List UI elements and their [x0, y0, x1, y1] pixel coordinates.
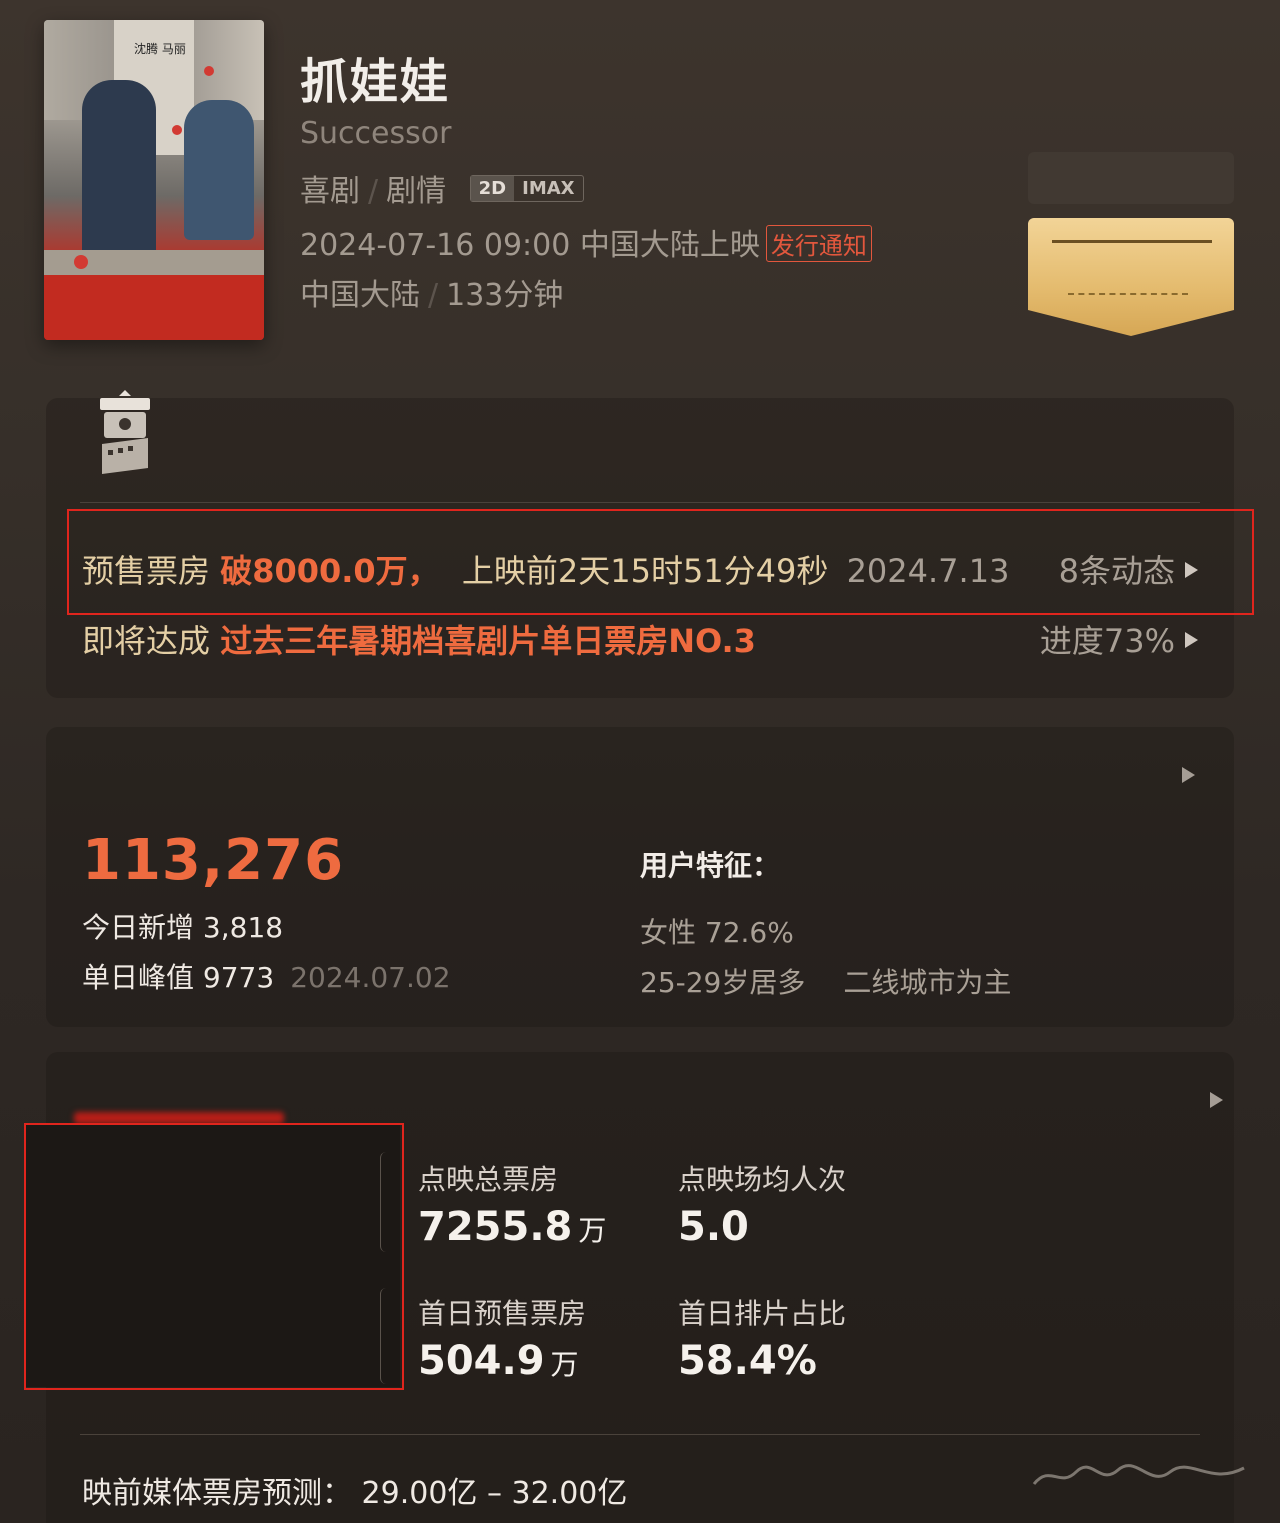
preview-avg-label: 点映场均人次: [678, 1163, 847, 1196]
user-city: 二线城市为主: [843, 966, 1012, 999]
poster-red-ball: [172, 125, 182, 135]
daily-peak-value: 9773: [202, 961, 275, 994]
arrow-right-icon[interactable]: [1210, 1091, 1224, 1108]
daily-peak-line: 单日峰值 9773 2024.07.02: [82, 956, 451, 996]
presale-date: 2024.7.13: [846, 552, 1010, 590]
highlight-box-redacted: [24, 1123, 404, 1390]
preview-box-label: 点映总票房: [418, 1163, 559, 1196]
poster-figure-man: [82, 80, 156, 270]
arrow-right-icon: [1185, 562, 1198, 578]
forecast-label: 映前媒体票房预测：: [82, 1476, 352, 1511]
release-datetime: 2024-07-16 09:00: [300, 228, 571, 263]
daily-peak-label: 单日峰值: [82, 961, 195, 994]
format-imax: IMAX: [522, 178, 575, 199]
firstday-share-label: 首日排片占比: [678, 1297, 847, 1330]
release-notice-link[interactable]: 发行通知: [765, 225, 872, 262]
user-profile-title: 用户特征：: [640, 849, 781, 882]
poster-cast-text: 沈腾 马丽: [134, 42, 186, 56]
forecast-line: 映前媒体票房预测： 29.00亿 – 32.00亿: [82, 1468, 627, 1512]
arrow-right-icon: [1185, 632, 1198, 648]
updates-count: 8条动态: [1058, 552, 1175, 590]
forecast-value: 29.00亿 – 32.00亿: [361, 1476, 628, 1511]
arrow-right-icon[interactable]: [1182, 766, 1195, 783]
milestone-prefix: 即将达成: [82, 622, 211, 660]
film-reel-icon: [100, 390, 150, 474]
today-new-label: 今日新增: [82, 911, 195, 944]
presale-divider: [80, 502, 1200, 503]
gold-award-badge[interactable]: [1028, 218, 1234, 336]
milestone-progress: 进度73%: [1039, 622, 1175, 660]
firstday-presale-label: 首日预售票房: [418, 1297, 587, 1330]
firstday-presale-value: 504.9 万: [418, 1338, 579, 1384]
release-line: 2024-07-16 09:00 中国大陆上映 发行通知: [300, 220, 872, 265]
watermark-signature-icon: [1032, 1464, 1245, 1485]
today-new-value: 3,818: [202, 911, 284, 944]
presale-label: 预售票房: [82, 552, 211, 590]
genre-line: 喜剧 / 剧情 2D IMAX: [300, 166, 584, 210]
daily-peak-date: 2024.07.02: [290, 961, 451, 994]
presale-row[interactable]: 预售票房 破8000.0万， 上映前2天15时51分49秒 2024.7.13: [82, 546, 1009, 592]
rating-placeholder: [1028, 152, 1234, 204]
user-age: 25-29岁居多: [640, 966, 806, 999]
release-region: 中国大陆上映: [579, 228, 760, 263]
firstday-share-value: 58.4%: [678, 1338, 817, 1384]
user-age-city-line: 25-29岁居多 二线城市为主: [640, 961, 1011, 1001]
presale-countdown: 上映前2天15时51分49秒: [461, 552, 829, 590]
country: 中国大陆: [300, 278, 420, 313]
bracket-bottom: [380, 1288, 393, 1384]
presale-value: 破8000.0万，: [220, 552, 440, 590]
milestone-achievement: 过去三年暑期档喜剧片单日票房NO.3: [220, 622, 756, 660]
format-badge: 2D IMAX: [469, 175, 584, 202]
movie-poster[interactable]: 沈腾 马丽: [44, 20, 264, 340]
milestone-row[interactable]: 即将达成 过去三年暑期档喜剧片单日票房NO.3: [82, 616, 756, 662]
movie-english-title: Successor: [300, 116, 452, 151]
today-new-line: 今日新增 3,818: [82, 906, 283, 946]
country-duration-line: 中国大陆/133分钟: [300, 278, 564, 313]
duration: 133分钟: [446, 278, 564, 313]
preview-box-value: 7255.8 万: [418, 1204, 607, 1250]
movie-title: 抓娃娃: [300, 54, 451, 110]
genre-comedy: 喜剧: [300, 174, 360, 209]
badge-signature-mark: [1068, 263, 1188, 295]
poster-red-ball: [204, 66, 214, 76]
genre-drama: 剧情: [386, 174, 447, 209]
preview-avg-value: 5.0: [678, 1204, 749, 1250]
milestone-progress-link[interactable]: 进度73%: [1040, 616, 1198, 662]
user-gender: 女性 72.6%: [640, 916, 794, 949]
wantsee-total: 113,276: [82, 828, 345, 893]
updates-link[interactable]: 8条动态: [1059, 546, 1198, 592]
forecast-divider: [80, 1434, 1200, 1435]
poster-red-ball: [74, 255, 88, 269]
bracket-top: [380, 1152, 393, 1252]
poster-figure-woman: [184, 100, 254, 240]
poster-red-band: [44, 275, 264, 340]
format-2d: 2D: [470, 176, 515, 201]
